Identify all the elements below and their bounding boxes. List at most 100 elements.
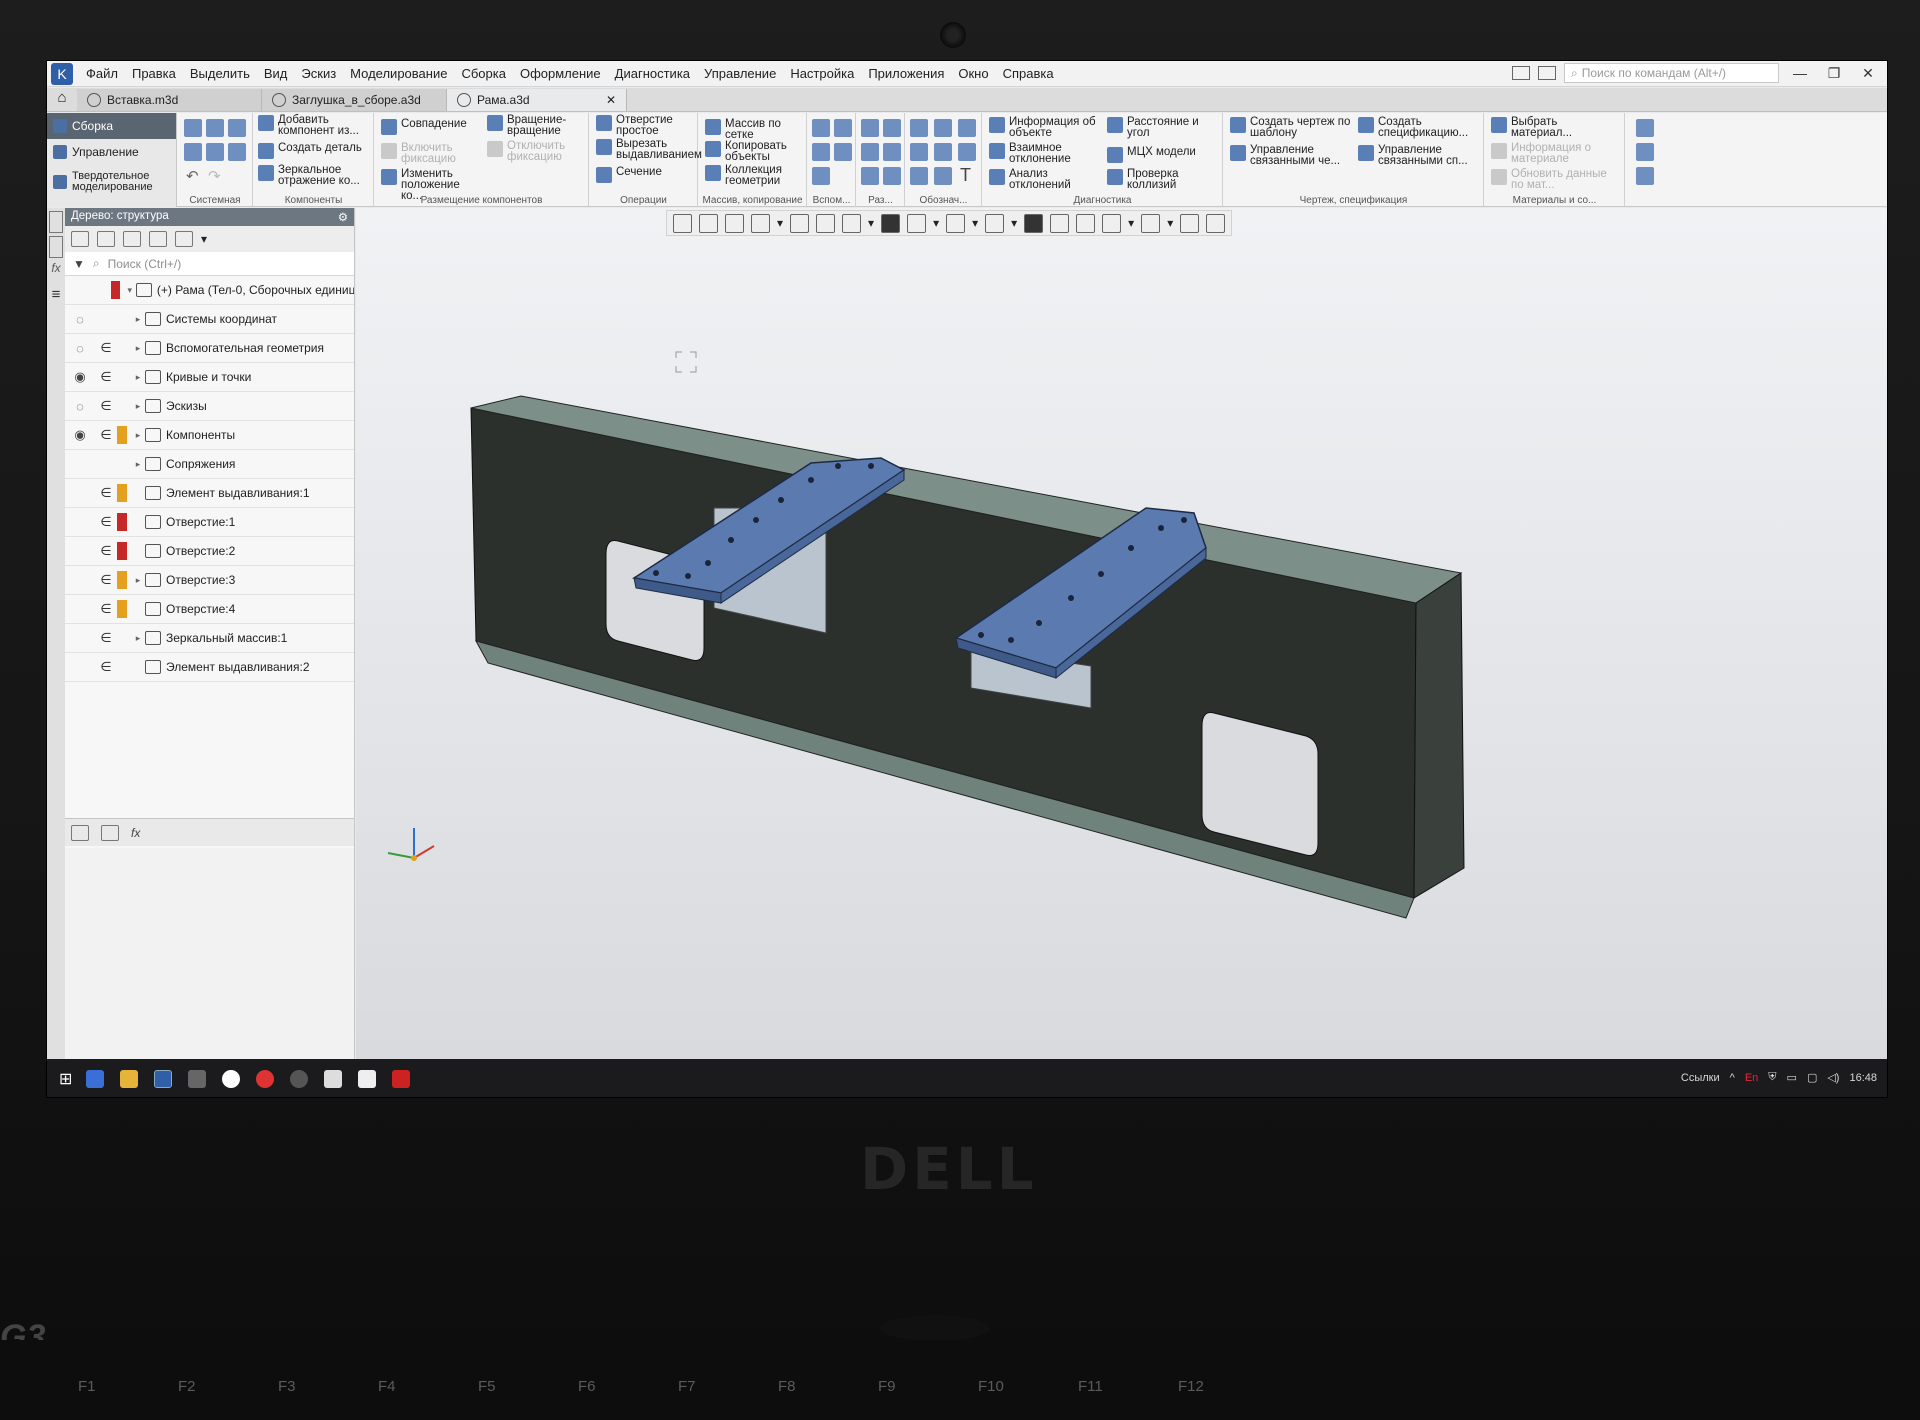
home-icon[interactable]: ⌂: [47, 89, 77, 111]
windows-start-icon[interactable]: ⊞: [59, 1069, 72, 1089]
rotation-rotation-button[interactable]: Вращение-вращение: [487, 114, 587, 137]
variables-icon[interactable]: fx: [49, 261, 63, 283]
app-icon[interactable]: [290, 1070, 309, 1088]
collapse-icon[interactable]: ▾: [124, 285, 136, 296]
create-specification-button[interactable]: Создать спецификацию...: [1358, 116, 1482, 139]
tree-node-extrusion-2[interactable]: ∈ Элемент выдавливания:2: [65, 653, 354, 682]
menu-sketch[interactable]: Эскиз: [294, 66, 343, 81]
disable-fix-button[interactable]: Отключить фиксацию: [487, 140, 587, 163]
document-icon[interactable]: [358, 1070, 377, 1088]
hamburger-icon[interactable]: ≡: [49, 286, 63, 308]
extra-tool-icon[interactable]: [1636, 167, 1654, 185]
hide-icon[interactable]: [946, 213, 966, 233]
roughness-icon[interactable]: [910, 119, 928, 137]
hidden-eye-icon[interactable]: ◌: [65, 312, 95, 327]
section-view-icon[interactable]: [1024, 213, 1044, 233]
deviation-analysis-button[interactable]: Анализ отклонений: [989, 168, 1101, 191]
pdf-icon[interactable]: [392, 1070, 411, 1088]
filter-icon[interactable]: [1141, 213, 1161, 233]
new-file-icon[interactable]: [184, 119, 202, 137]
opera-icon[interactable]: [256, 1070, 275, 1088]
add-component-button[interactable]: Добавить компонент из...: [258, 114, 370, 137]
gear-icon[interactable]: ⚙: [338, 210, 348, 224]
aux-point-icon[interactable]: [812, 143, 830, 161]
menu-design[interactable]: Оформление: [513, 66, 608, 81]
kompas-app-icon[interactable]: K: [51, 62, 73, 85]
menu-settings[interactable]: Настройка: [783, 66, 861, 81]
chevron-down-icon[interactable]: ▾: [201, 232, 207, 246]
tree-node-hole-3[interactable]: ∈ ▸ Отверстие:3: [65, 566, 354, 595]
extrude-cut-button[interactable]: Вырезать выдавливанием: [596, 138, 702, 161]
include-icon[interactable]: ∈: [95, 543, 117, 559]
select-material-button[interactable]: Выбрать материал...: [1491, 116, 1621, 139]
menu-view[interactable]: Вид: [257, 66, 295, 81]
wireframe-icon[interactable]: [907, 213, 927, 233]
eye-icon[interactable]: ◉: [65, 427, 95, 443]
tree-node-hole-1[interactable]: ∈ Отверстие:1: [65, 508, 354, 537]
nav-manage[interactable]: Управление: [47, 139, 176, 165]
create-part-button[interactable]: Создать деталь: [258, 142, 370, 159]
dimension-icon[interactable]: [910, 143, 928, 161]
update-material-button[interactable]: Обновить данные по мат...: [1491, 168, 1621, 191]
battery-icon[interactable]: ▭: [1787, 1071, 1797, 1084]
rib-icon[interactable]: [861, 167, 879, 185]
enable-fix-button[interactable]: Включить фиксацию: [381, 142, 481, 165]
tree-node-coordinate-systems[interactable]: ◌ ▸ Системы координат: [65, 305, 354, 334]
menu-diagnostics[interactable]: Диагностика: [608, 66, 697, 81]
menu-modeling[interactable]: Моделирование: [343, 66, 454, 81]
kompas-viewer-icon[interactable]: [324, 1070, 343, 1088]
collision-check-button[interactable]: Проверка коллизий: [1107, 168, 1219, 191]
normal-to-icon[interactable]: [725, 213, 744, 233]
display-states-icon[interactable]: [1102, 213, 1122, 233]
orientation-icon[interactable]: [842, 213, 862, 233]
tab-frame-assembly[interactable]: Рама.a3d ✕: [447, 89, 627, 111]
select-view-icon[interactable]: [149, 231, 167, 247]
chevron-up-icon[interactable]: ^: [1730, 1072, 1735, 1084]
include-icon[interactable]: ∈: [95, 369, 117, 385]
chevron-down-icon[interactable]: ▾: [868, 216, 874, 230]
kompas-taskbar-icon[interactable]: [154, 1070, 173, 1088]
layout-icon[interactable]: [1512, 66, 1530, 80]
chevron-down-icon[interactable]: ▾: [1167, 216, 1173, 230]
3d-viewport[interactable]: ▾ ▾ ▾ ▾ ▾ ▾ ▾: [356, 208, 1887, 1059]
material-info-button[interactable]: Информация о материале: [1491, 142, 1621, 165]
language-indicator[interactable]: En: [1745, 1072, 1758, 1084]
links-toolbar[interactable]: Ссылки: [1681, 1072, 1720, 1084]
object-info-button[interactable]: Информация об объекте: [989, 116, 1101, 139]
preview-icon[interactable]: [206, 143, 224, 161]
calculator-icon[interactable]: [188, 1070, 207, 1088]
tree-node-sketches[interactable]: ◌ ∈ ▸ Эскизы: [65, 392, 354, 421]
create-drawing-button[interactable]: Создать чертеж по шаблону: [1230, 116, 1354, 139]
screenshot-icon[interactable]: [1538, 66, 1556, 80]
aux-csys-icon[interactable]: [834, 143, 852, 161]
tolerance-icon[interactable]: [910, 167, 928, 185]
chevron-down-icon[interactable]: ▾: [972, 216, 978, 230]
rotate-icon[interactable]: [816, 213, 836, 233]
expand-icon[interactable]: ▸: [131, 430, 145, 441]
include-icon[interactable]: ∈: [95, 601, 117, 617]
tab-plug-assembly[interactable]: Заглушка_в_сборе.a3d: [262, 89, 447, 111]
chevron-down-icon[interactable]: ▾: [933, 216, 939, 230]
mass-properties-button[interactable]: МЦХ модели: [1107, 146, 1219, 163]
zoom-icon[interactable]: [751, 213, 770, 233]
tree-node-extrusion-1[interactable]: ∈ Элемент выдавливания:1: [65, 479, 354, 508]
shaded-edges-icon[interactable]: [881, 213, 901, 233]
volume-icon[interactable]: ◁): [1827, 1071, 1839, 1084]
close-icon[interactable]: ✕: [1855, 65, 1881, 82]
visibility-icon[interactable]: [985, 213, 1005, 233]
list-view-icon[interactable]: [175, 231, 193, 247]
extra-tool-icon[interactable]: [1636, 119, 1654, 137]
menu-select[interactable]: Выделить: [183, 66, 257, 81]
yandex-icon[interactable]: [222, 1070, 241, 1088]
tree-node-curves-points[interactable]: ◉ ∈ ▸ Кривые и точки: [65, 363, 354, 392]
command-search-input[interactable]: ⌕ Поиск по командам (Alt+/): [1564, 63, 1779, 83]
tree-tab-icon[interactable]: [71, 824, 89, 841]
hidden-eye-icon[interactable]: ◌: [65, 341, 95, 356]
save-icon[interactable]: [228, 119, 246, 137]
filter-view-icon[interactable]: [123, 231, 141, 247]
tree-node-mates[interactable]: ▸ Сопряжения: [65, 450, 354, 479]
copy-objects-button[interactable]: Копировать объекты: [705, 140, 805, 163]
include-icon[interactable]: ∈: [95, 659, 117, 675]
undo-icon[interactable]: ↶: [186, 167, 199, 185]
menu-help[interactable]: Справка: [996, 66, 1061, 81]
